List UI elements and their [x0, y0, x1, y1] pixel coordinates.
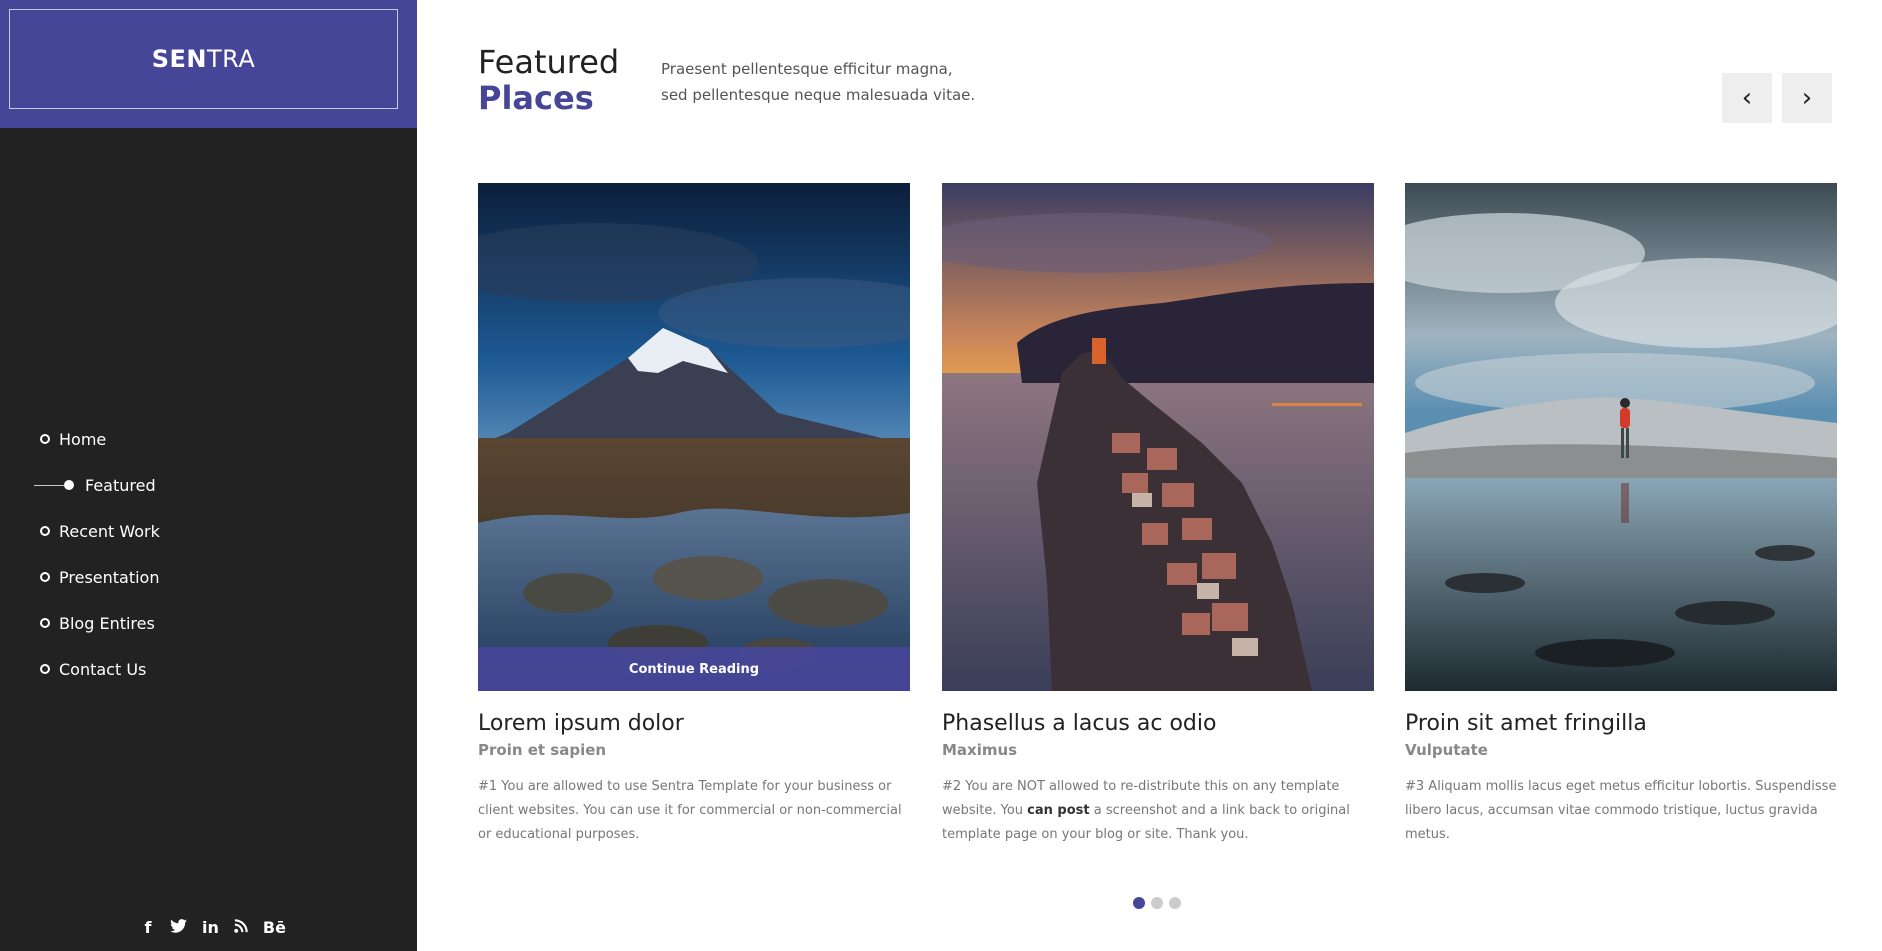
main-content: Featured Places Praesent pellentesque ef… [417, 0, 1882, 951]
nav-item-recent-work[interactable]: Recent Work [0, 508, 417, 554]
carousel-dot-2[interactable] [1151, 897, 1163, 909]
behance-icon[interactable]: Bē [263, 918, 286, 938]
nav-item-presentation[interactable]: Presentation [0, 554, 417, 600]
section-intro: Praesent pellentesque efficitur magna, s… [661, 56, 1001, 108]
section-heading: Featured Places [478, 44, 619, 116]
continue-reading-button[interactable]: Continue Reading [478, 647, 910, 691]
logo-text-bold: SEN [151, 45, 207, 73]
main-nav: Home Featured Recent Work Presentation B… [0, 416, 417, 692]
chevron-right-icon: › [1801, 83, 1813, 113]
card-description-bold: can post [1027, 803, 1090, 818]
sidebar: SEN TRA Home Featured Recent Work Present… [0, 0, 417, 951]
carousel-prev-button[interactable]: ‹ [1722, 73, 1772, 123]
nav-item-featured[interactable]: Featured [0, 462, 417, 508]
card-description: #3 Aliquam mollis lacus eget metus effic… [1405, 779, 1837, 842]
section-title-line1: Featured [478, 43, 620, 81]
card-subtitle: Maximus [942, 741, 1018, 759]
card-description: #2 You are NOT allowed to re-distribute … [942, 775, 1374, 847]
nav-bullet-icon [40, 618, 50, 628]
hiker-lake-reflection-photo[interactable] [1405, 183, 1837, 691]
linkedin-icon[interactable]: in [202, 918, 219, 938]
rss-icon[interactable] [234, 918, 248, 938]
nav-bullet-icon [40, 526, 50, 536]
carousel-pagination [1133, 897, 1181, 909]
nav-item-label: Recent Work [59, 521, 160, 541]
nav-item-label: Blog Entires [59, 613, 155, 633]
nav-item-label: Featured [85, 475, 156, 495]
section-title-line2: Places [478, 79, 594, 117]
place-card[interactable]: Proin sit amet fringilla Vulputate #3 Al… [1405, 183, 1837, 847]
logo[interactable]: SEN TRA [9, 9, 398, 109]
nav-bullet-icon [40, 434, 50, 444]
intro-line-1: Praesent pellentesque efficitur magna, [661, 60, 953, 78]
nav-bullet-icon [40, 664, 50, 674]
place-card[interactable]: Continue Reading Lorem ipsum dolor Proin… [478, 183, 910, 847]
carousel-dot-1[interactable] [1133, 897, 1145, 909]
nav-bullet-icon [40, 572, 50, 582]
coastal-village-sunset-photo[interactable] [942, 183, 1374, 691]
twitter-icon[interactable] [170, 918, 187, 938]
facebook-icon[interactable]: f [141, 918, 155, 938]
nav-item-label: Contact Us [59, 659, 147, 679]
carousel-next-button[interactable]: › [1782, 73, 1832, 123]
card-subtitle: Proin et sapien [478, 741, 607, 759]
carousel-dot-3[interactable] [1169, 897, 1181, 909]
card-subtitle: Vulputate [1405, 741, 1488, 759]
nav-item-home[interactable]: Home [0, 416, 417, 462]
active-indicator-line [34, 484, 64, 486]
nav-bullet-icon [64, 480, 74, 490]
logo-box[interactable]: SEN TRA [0, 0, 417, 128]
card-title[interactable]: Lorem ipsum dolor [478, 710, 910, 738]
nav-item-blog-entires[interactable]: Blog Entires [0, 600, 417, 646]
social-links: f in Bē [0, 918, 417, 938]
nav-item-contact-us[interactable]: Contact Us [0, 646, 417, 692]
nav-item-label: Presentation [59, 567, 160, 587]
logo-text-light: TRA [206, 45, 256, 73]
mountain-river-photo[interactable]: Continue Reading [478, 183, 910, 691]
place-card[interactable]: Phasellus a lacus ac odio Maximus #2 You… [942, 183, 1374, 847]
card-description: #1 You are allowed to use Sentra Templat… [478, 779, 902, 842]
card-title[interactable]: Proin sit amet fringilla [1405, 710, 1837, 738]
card-title[interactable]: Phasellus a lacus ac odio [942, 710, 1374, 738]
chevron-left-icon: ‹ [1741, 83, 1753, 113]
nav-item-label: Home [59, 429, 107, 449]
intro-line-2: sed pellentesque neque malesuada vitae. [661, 86, 976, 104]
